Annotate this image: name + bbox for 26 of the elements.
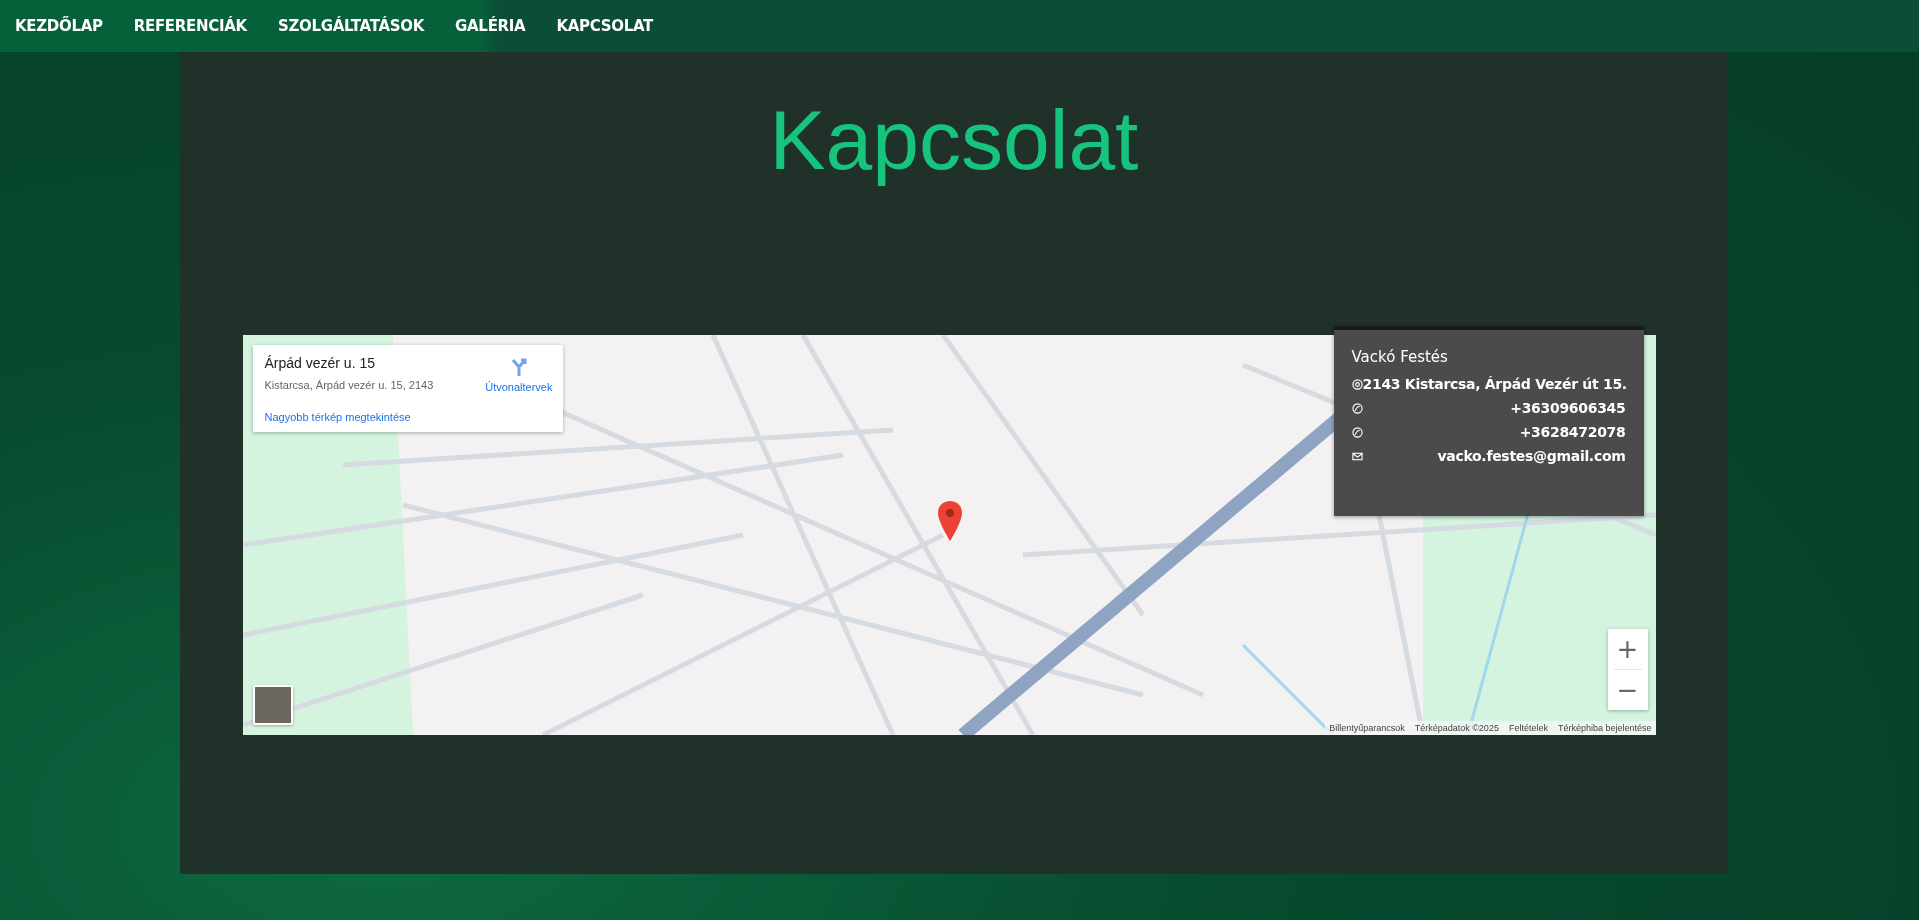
directions-button[interactable]: Útvonaltervek bbox=[485, 357, 553, 393]
attribution-link[interactable]: Térképadatok ©2025 bbox=[1414, 723, 1499, 733]
contact-detail: +3628472078 bbox=[1519, 424, 1626, 440]
phone-icon bbox=[1351, 402, 1363, 414]
zoom-in-button[interactable]: + bbox=[1607, 629, 1648, 669]
attribution-link[interactable]: Feltételek bbox=[1508, 723, 1548, 733]
attribution-link[interactable]: Billentyűparancsok bbox=[1329, 723, 1405, 733]
satellite-thumbnail[interactable] bbox=[252, 685, 293, 725]
nav-link[interactable]: KEZDŐLAP bbox=[15, 17, 103, 35]
contact-detail: +36309606345 bbox=[1510, 400, 1626, 416]
company-name: Vackó Festés bbox=[1351, 348, 1449, 366]
envelope-icon bbox=[1351, 450, 1363, 462]
location-icon bbox=[1351, 378, 1363, 390]
place-address: Kistarcsa, Árpád vezér u. 15, 2143 bbox=[264, 379, 434, 391]
contact-detail: vacko.festes@gmail.com bbox=[1437, 448, 1626, 464]
nav-link[interactable]: SZOLGÁLTATÁSOK bbox=[277, 17, 425, 35]
phone-icon bbox=[1351, 426, 1363, 438]
place-title: Árpád vezér u. 15 bbox=[264, 355, 375, 371]
nav-link[interactable]: REFERENCIÁK bbox=[133, 17, 247, 35]
nav-link[interactable]: GALÉRIA bbox=[455, 17, 526, 35]
map-pin-icon bbox=[936, 501, 963, 541]
attribution-link[interactable]: Térképhiba bejelentése bbox=[1557, 723, 1652, 733]
contact-detail: 2143 Kistarcsa, Árpád Vezér út 15. bbox=[1362, 376, 1627, 392]
nav-link[interactable]: KAPCSOLAT bbox=[556, 17, 654, 35]
larger-map-link[interactable]: Nagyobb térkép megtekintése bbox=[264, 411, 411, 423]
zoom-out-button[interactable]: − bbox=[1607, 670, 1648, 710]
